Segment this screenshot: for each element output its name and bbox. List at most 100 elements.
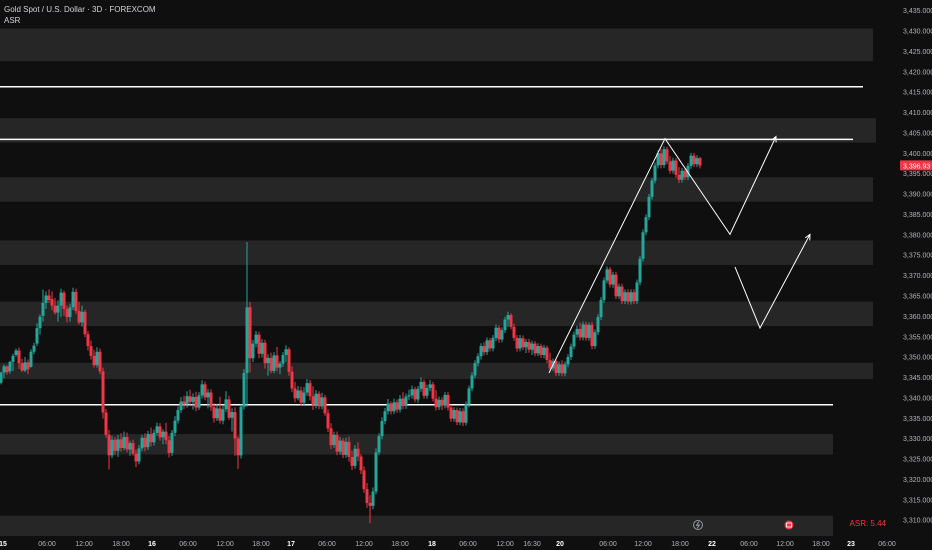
candle-body-189 xyxy=(566,357,570,365)
candle-body-11 xyxy=(32,345,36,352)
chart-legend: Gold Spot / U.S. Dollar · 3D · FOREXCOM … xyxy=(4,4,156,26)
candle-body-67 xyxy=(200,384,204,396)
candle-body-188 xyxy=(563,364,567,374)
candle-body-109 xyxy=(326,413,330,429)
candle-body-6 xyxy=(17,350,21,364)
candle-body-69 xyxy=(206,392,210,398)
candle-body-156 xyxy=(467,388,471,405)
candle-body-118 xyxy=(353,448,357,466)
candle-body-220 xyxy=(659,153,663,166)
candle-body-175 xyxy=(524,341,528,348)
candle-body-111 xyxy=(332,434,336,446)
candle-body-63 xyxy=(188,396,192,402)
y-tick-10: 3,360.000 xyxy=(903,314,932,321)
candle-body-66 xyxy=(197,395,201,408)
candle-body-77 xyxy=(230,412,234,418)
x-tick-16: 20 xyxy=(556,541,564,548)
candle-body-44 xyxy=(131,443,135,454)
candle-body-64 xyxy=(191,396,195,402)
candle-body-18 xyxy=(53,305,57,313)
candle-body-133 xyxy=(398,398,402,410)
candle-body-32 xyxy=(95,351,99,366)
candle-body-176 xyxy=(527,341,531,350)
candle-body-30 xyxy=(89,346,93,356)
candle-body-84 xyxy=(251,343,255,359)
candle-body-141 xyxy=(422,381,426,396)
candle-body-124 xyxy=(371,491,375,506)
candle-body-81 xyxy=(242,372,246,407)
y-tick-18: 3,400.000 xyxy=(903,151,932,158)
candle-body-33 xyxy=(98,351,102,372)
candle-body-80 xyxy=(239,406,243,456)
y-tick-16: 3,390.000 xyxy=(903,192,932,199)
candle-body-60 xyxy=(179,401,183,411)
candle-body-49 xyxy=(146,434,150,448)
candle-body-110 xyxy=(329,428,333,446)
candle-body-197 xyxy=(590,324,594,347)
candle-body-104 xyxy=(311,396,315,405)
zone-2 xyxy=(0,177,873,202)
candle-body-217 xyxy=(650,180,654,197)
candle-body-17 xyxy=(50,299,54,306)
candle-body-169 xyxy=(506,315,510,320)
candle-body-95 xyxy=(284,349,288,356)
candle-body-117 xyxy=(350,456,354,466)
candle-body-102 xyxy=(305,383,309,393)
candlestick-chart[interactable]: 3,310.000 3,315.000 3,320.000 3,325.000 3,33… xyxy=(0,0,932,550)
candle-body-137 xyxy=(410,389,414,396)
y-tick-20: 3,410.000 xyxy=(903,110,932,117)
candle-body-114 xyxy=(341,440,345,455)
candle-body-121 xyxy=(362,470,366,490)
candle-body-212 xyxy=(635,282,639,302)
candle-body-108 xyxy=(323,397,327,414)
asr-label: ASR: 5.44 xyxy=(849,519,886,528)
candle-body-139 xyxy=(416,388,420,400)
candle-body-204 xyxy=(611,274,615,285)
candle-body-164 xyxy=(491,337,495,349)
candle-body-62 xyxy=(185,396,189,405)
candle-body-195 xyxy=(584,324,588,338)
candle-body-58 xyxy=(173,420,177,433)
candle-body-40 xyxy=(119,439,123,448)
candle-body-178 xyxy=(533,343,537,354)
candle-body-116 xyxy=(347,441,351,457)
candle-body-222 xyxy=(665,149,669,162)
candle-body-226 xyxy=(677,174,681,180)
candle-body-83 xyxy=(248,307,252,359)
candle-body-208 xyxy=(623,292,627,302)
candle-body-47 xyxy=(140,437,144,449)
candle-body-23 xyxy=(68,307,72,318)
candle-body-227 xyxy=(680,170,684,180)
candle-body-145 xyxy=(434,398,438,408)
y-tick-15: 3,385.000 xyxy=(903,212,932,219)
candle-body-211 xyxy=(632,292,636,302)
candle-body-187 xyxy=(560,364,564,374)
y-tick-17: 3,395.000 xyxy=(903,171,932,178)
candle-body-101 xyxy=(302,392,306,403)
candle-body-85 xyxy=(254,334,258,344)
candle-body-36 xyxy=(107,434,111,456)
candle-body-190 xyxy=(569,346,573,358)
candle-body-38 xyxy=(113,439,117,451)
candle-body-152 xyxy=(455,410,459,423)
candle-body-128 xyxy=(383,411,387,422)
candle-body-72 xyxy=(215,408,219,419)
candle-body-39 xyxy=(116,439,120,451)
candle-body-61 xyxy=(182,401,186,405)
candle-body-90 xyxy=(269,357,273,371)
candle-body-9 xyxy=(26,362,30,370)
calendar-icon xyxy=(784,520,794,530)
symbol-title: Gold Spot / U.S. Dollar · 3D · FOREXCOM xyxy=(4,5,156,14)
candle-body-92 xyxy=(275,355,279,368)
candle-body-170 xyxy=(509,315,513,327)
candle-body-127 xyxy=(380,421,384,437)
x-tick-25: 06:00 xyxy=(878,541,896,548)
candle-body-71 xyxy=(212,407,216,419)
candle-body-151 xyxy=(452,410,456,419)
candle-body-115 xyxy=(344,441,348,455)
candle-body-70 xyxy=(209,392,213,408)
x-tick-4: 16 xyxy=(148,541,156,548)
y-tick-22: 3,420.000 xyxy=(903,69,932,76)
x-tick-6: 12:00 xyxy=(216,541,234,548)
candle-body-27 xyxy=(80,311,84,323)
